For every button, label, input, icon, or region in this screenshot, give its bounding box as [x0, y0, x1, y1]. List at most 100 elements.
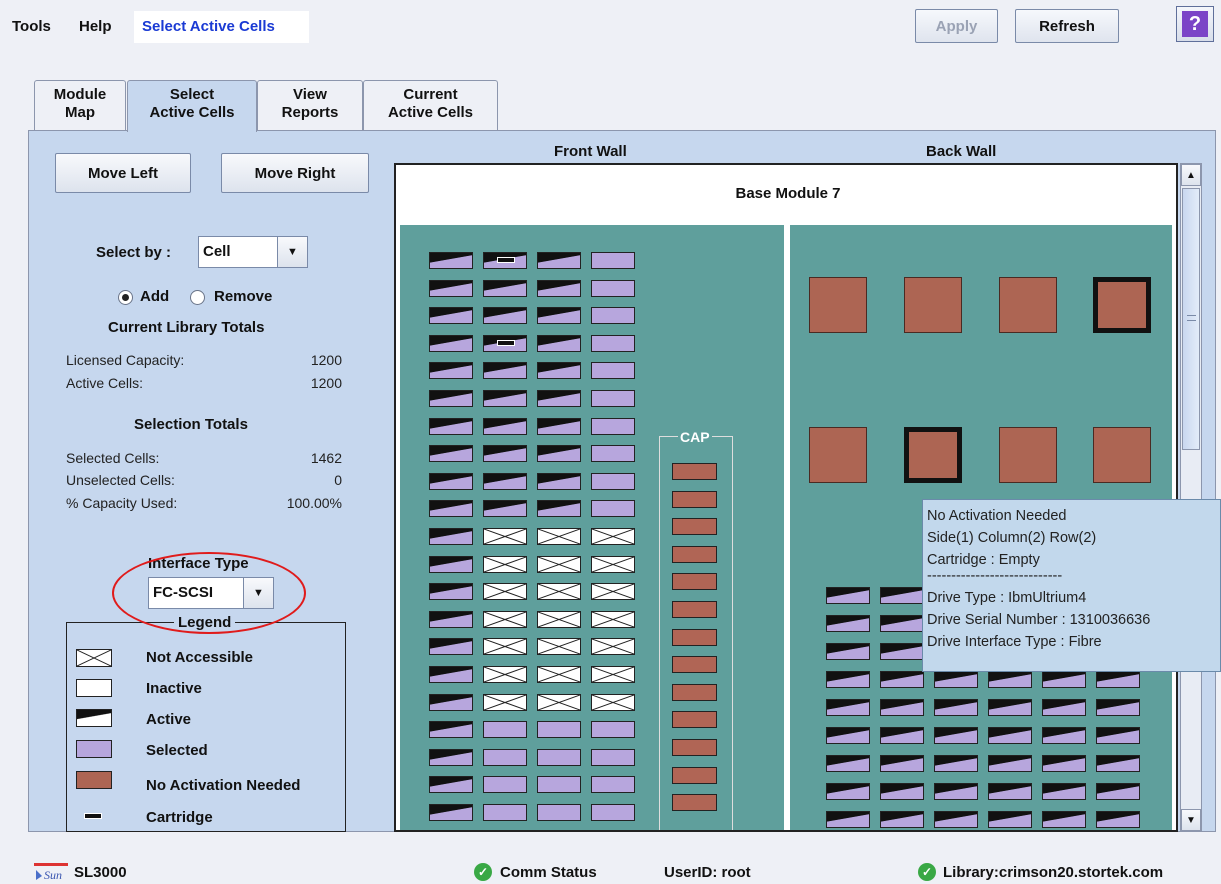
cap-cell[interactable]: [672, 683, 717, 701]
storage-cell[interactable]: [1096, 755, 1140, 772]
move-right-button[interactable]: Move Right: [221, 153, 369, 193]
storage-cell[interactable]: [934, 671, 978, 688]
storage-cell[interactable]: [880, 643, 924, 660]
storage-cell[interactable]: [591, 610, 635, 628]
storage-cell[interactable]: [429, 279, 473, 297]
storage-cell[interactable]: [537, 252, 581, 269]
storage-cell[interactable]: [1096, 699, 1140, 716]
storage-cell[interactable]: [537, 472, 581, 490]
storage-cell[interactable]: [483, 334, 527, 352]
storage-cell[interactable]: [429, 528, 473, 545]
storage-cell[interactable]: [826, 615, 870, 632]
storage-cell[interactable]: [483, 804, 527, 821]
storage-cell[interactable]: [483, 666, 527, 683]
storage-cell[interactable]: [934, 755, 978, 772]
storage-cell[interactable]: [483, 610, 527, 628]
storage-cell[interactable]: [880, 811, 924, 828]
tab-select-active-cells[interactable]: Select Active Cells: [127, 80, 257, 132]
storage-cell[interactable]: [537, 334, 581, 352]
storage-cell[interactable]: [591, 390, 635, 407]
cap-cell[interactable]: [672, 518, 717, 536]
storage-cell[interactable]: [880, 671, 924, 688]
storage-cell[interactable]: [934, 811, 978, 828]
cap-cell[interactable]: [672, 711, 717, 729]
library-status[interactable]: Library:crimson20.stortek.com: [943, 864, 1163, 881]
drive-slot[interactable]: [809, 277, 867, 333]
storage-cell[interactable]: [1042, 671, 1086, 688]
storage-cell[interactable]: [826, 587, 870, 604]
storage-cell[interactable]: [429, 748, 473, 766]
move-left-button[interactable]: Move Left: [55, 153, 191, 193]
storage-cell[interactable]: [483, 417, 527, 435]
storage-cell[interactable]: [1096, 811, 1140, 828]
storage-cell[interactable]: [880, 783, 924, 800]
storage-cell[interactable]: [483, 362, 527, 380]
drive-slot[interactable]: [904, 427, 962, 483]
cap-cell[interactable]: [672, 739, 717, 756]
storage-cell[interactable]: [429, 445, 473, 463]
storage-cell[interactable]: [483, 500, 527, 518]
storage-cell[interactable]: [537, 693, 581, 711]
help-button[interactable]: ?: [1176, 6, 1214, 42]
storage-cell[interactable]: [1042, 699, 1086, 716]
storage-cell[interactable]: [537, 555, 581, 573]
storage-cell[interactable]: [591, 804, 635, 821]
storage-cell[interactable]: [880, 727, 924, 744]
storage-cell[interactable]: [429, 334, 473, 352]
storage-cell[interactable]: [429, 555, 473, 573]
storage-cell[interactable]: [483, 583, 527, 601]
scroll-thumb[interactable]: [1182, 188, 1200, 450]
cap-cell[interactable]: [672, 601, 717, 618]
storage-cell[interactable]: [934, 727, 978, 744]
storage-cell[interactable]: [591, 721, 635, 739]
storage-cell[interactable]: [988, 727, 1032, 744]
storage-cell[interactable]: [826, 671, 870, 688]
storage-cell[interactable]: [826, 811, 870, 828]
storage-cell[interactable]: [934, 699, 978, 716]
select-by-dropdown[interactable]: Cell ▼: [198, 236, 308, 268]
storage-cell[interactable]: [591, 472, 635, 490]
storage-cell[interactable]: [1042, 727, 1086, 744]
scroll-up-icon[interactable]: ▲: [1181, 164, 1201, 186]
storage-cell[interactable]: [429, 252, 473, 269]
storage-cell[interactable]: [988, 755, 1032, 772]
storage-cell[interactable]: [591, 528, 635, 545]
storage-cell[interactable]: [1042, 811, 1086, 828]
storage-cell[interactable]: [880, 755, 924, 772]
refresh-button[interactable]: Refresh: [1015, 9, 1119, 43]
drive-slot[interactable]: [809, 427, 867, 483]
storage-cell[interactable]: [537, 666, 581, 683]
cap-cell[interactable]: [672, 545, 717, 563]
storage-cell[interactable]: [826, 699, 870, 716]
storage-cell[interactable]: [880, 587, 924, 604]
drive-slot[interactable]: [1093, 277, 1151, 333]
storage-cell[interactable]: [880, 699, 924, 716]
storage-cell[interactable]: [483, 252, 527, 269]
storage-cell[interactable]: [537, 583, 581, 601]
storage-cell[interactable]: [483, 693, 527, 711]
storage-cell[interactable]: [483, 390, 527, 407]
apply-button[interactable]: Apply: [915, 9, 998, 43]
storage-cell[interactable]: [537, 390, 581, 407]
storage-cell[interactable]: [1096, 671, 1140, 688]
storage-cell[interactable]: [826, 727, 870, 744]
storage-cell[interactable]: [934, 783, 978, 800]
remove-radio[interactable]: [190, 290, 205, 305]
storage-cell[interactable]: [537, 638, 581, 656]
storage-cell[interactable]: [429, 500, 473, 518]
cap-cell[interactable]: [672, 628, 717, 646]
storage-cell[interactable]: [483, 307, 527, 325]
storage-cell[interactable]: [988, 811, 1032, 828]
storage-cell[interactable]: [591, 362, 635, 380]
cap-cell[interactable]: [672, 490, 717, 508]
storage-cell[interactable]: [429, 693, 473, 711]
menu-help[interactable]: Help: [79, 18, 112, 35]
tab-view-reports[interactable]: View Reports: [257, 80, 363, 130]
storage-cell[interactable]: [483, 472, 527, 490]
storage-cell[interactable]: [537, 776, 581, 794]
storage-cell[interactable]: [988, 671, 1032, 688]
drive-slot[interactable]: [999, 427, 1057, 483]
storage-cell[interactable]: [429, 583, 473, 601]
storage-cell[interactable]: [591, 693, 635, 711]
storage-cell[interactable]: [483, 528, 527, 545]
